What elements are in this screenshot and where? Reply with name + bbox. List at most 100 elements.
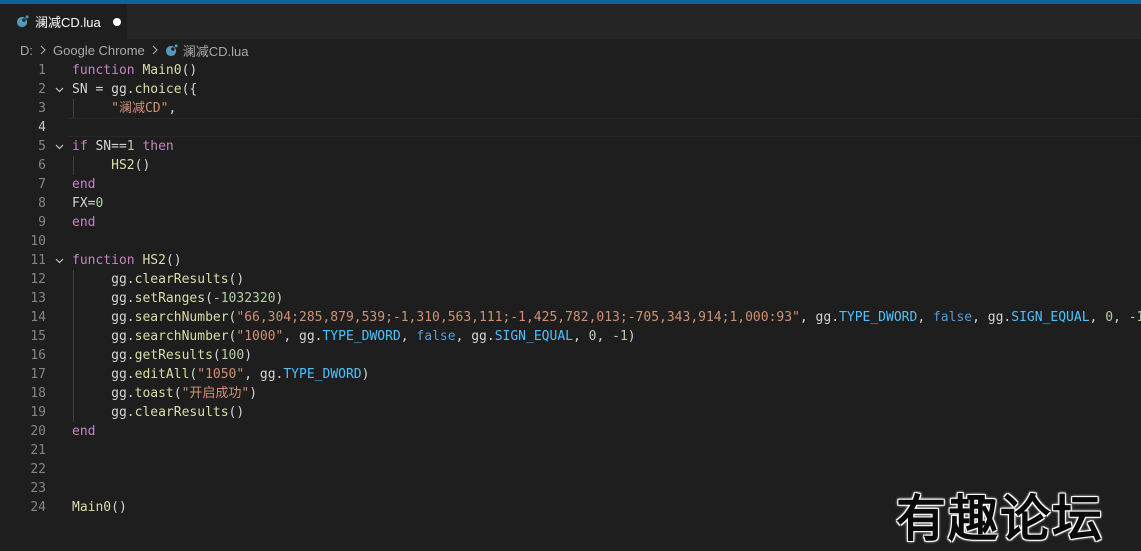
code-token: , — [596, 329, 613, 344]
code-token: gg. — [72, 348, 135, 363]
code-token: "开启成功" — [181, 386, 250, 401]
code-token: , gg. — [244, 367, 284, 382]
code-token: , — [1089, 310, 1106, 325]
code-line[interactable]: 22 — [0, 460, 1141, 479]
code-text: gg.editAll("1050", gg.TYPE_DWORD) — [72, 365, 369, 384]
code-text: gg.toast("开启成功") — [72, 384, 257, 403]
line-number: 4 — [38, 120, 46, 135]
code-token: () — [165, 253, 182, 268]
line-number: 7 — [38, 177, 46, 192]
code-token: FX= — [72, 196, 96, 211]
watermark: 有趣论坛 — [896, 489, 1104, 548]
code-line[interactable]: 5 if SN==1 then — [0, 137, 1141, 156]
code-text: gg.clearResults() — [72, 403, 244, 422]
breadcrumb: D: Google Chrome 澜减CD.lua — [0, 39, 1141, 61]
line-number: 22 — [30, 462, 46, 477]
code-token: clearResults — [134, 272, 229, 287]
code-token: ) — [275, 291, 284, 306]
code-line[interactable]: 1 function Main0() — [0, 61, 1141, 80]
code-token: "66,304;285,879,539;-1,310,563,111;-1,42… — [236, 310, 800, 325]
code-line[interactable]: 9 end — [0, 213, 1141, 232]
line-number: 10 — [30, 234, 46, 249]
code-text: gg.setRanges(-1032320) — [72, 289, 283, 308]
code-token: false — [932, 310, 973, 325]
code-line[interactable]: 4 — [0, 118, 1141, 137]
tab-strip: 澜减CD.lua — [0, 4, 1141, 39]
code-token: end — [72, 424, 96, 439]
code-token: () — [228, 405, 245, 420]
fold-chevron-down-icon[interactable] — [53, 254, 66, 267]
code-token: if — [72, 139, 88, 154]
line-number: 8 — [38, 196, 46, 211]
code-line[interactable]: 16 gg.getResults(100) — [0, 346, 1141, 365]
code-token: gg. — [72, 329, 135, 344]
line-number: 23 — [30, 481, 46, 496]
code-token: -1 — [612, 329, 628, 344]
code-token: gg. — [72, 367, 135, 382]
code-line[interactable]: 19 gg.clearResults() — [0, 403, 1141, 422]
code-token: , — [168, 101, 177, 116]
breadcrumb-file[interactable]: 澜减CD.lua — [165, 41, 249, 60]
editor-tab[interactable]: 澜减CD.lua — [0, 4, 127, 39]
code-token: searchNumber — [134, 329, 229, 344]
code-token: HS2 — [142, 253, 166, 268]
code-line[interactable]: 13 gg.setRanges(-1032320) — [0, 289, 1141, 308]
code-token: choice — [134, 82, 182, 97]
code-line[interactable]: 10 — [0, 232, 1141, 251]
line-number: 13 — [30, 291, 46, 306]
fold-chevron-down-icon[interactable] — [53, 140, 66, 153]
breadcrumb-folder[interactable]: Google Chrome — [53, 43, 145, 58]
code-line[interactable]: 7 end — [0, 175, 1141, 194]
code-token: () — [228, 272, 245, 287]
code-token: gg. — [72, 405, 135, 420]
code-text: end — [72, 422, 95, 441]
code-line[interactable]: 14 gg.searchNumber("66,304;285,879,539;-… — [0, 308, 1141, 327]
code-text: FX=0 — [72, 194, 103, 213]
code-line[interactable]: 18 gg.toast("开启成功") — [0, 384, 1141, 403]
code-token: () — [134, 158, 151, 173]
code-token: toast — [134, 386, 174, 401]
code-line[interactable]: 3 "澜减CD", — [0, 99, 1141, 118]
code-token: function — [72, 63, 135, 78]
line-number: 16 — [30, 348, 46, 363]
code-text: Main0() — [72, 498, 127, 517]
code-editor[interactable]: 1 function Main0() 2 SN = gg.choice({3 "澜减C… — [0, 61, 1141, 543]
fold-chevron-down-icon[interactable] — [53, 83, 66, 96]
code-token: gg. — [72, 272, 135, 287]
code-token: , — [400, 329, 417, 344]
code-token: ( — [212, 348, 221, 363]
breadcrumb-drive[interactable]: D: — [20, 43, 33, 58]
code-token: TYPE_DWORD — [322, 329, 401, 344]
code-token: then — [142, 139, 174, 154]
code-token: ({ — [181, 82, 198, 97]
code-text: if SN==1 then — [72, 137, 174, 156]
code-token: () — [181, 63, 198, 78]
code-token: ) — [361, 367, 370, 382]
code-line[interactable]: 20 end — [0, 422, 1141, 441]
code-token: TYPE_DWORD — [283, 367, 362, 382]
code-token: , gg. — [972, 310, 1012, 325]
code-line[interactable]: 15 gg.searchNumber("1000", gg.TYPE_DWORD… — [0, 327, 1141, 346]
unsaved-dot-icon[interactable] — [112, 17, 121, 26]
lua-file-icon — [165, 43, 178, 56]
code-line[interactable]: 11 function HS2() — [0, 251, 1141, 270]
code-token: , — [572, 329, 589, 344]
line-number: 12 — [30, 272, 46, 287]
code-line[interactable]: 6 HS2() — [0, 156, 1141, 175]
code-text: end — [72, 175, 95, 194]
code-text: gg.clearResults() — [72, 270, 244, 289]
code-token: -1032320 — [212, 291, 276, 306]
code-line[interactable]: 17 gg.editAll("1050", gg.TYPE_DWORD) — [0, 365, 1141, 384]
line-number: 21 — [30, 443, 46, 458]
code-token: Main0 — [72, 500, 112, 515]
code-line[interactable]: 8 FX=0 — [0, 194, 1141, 213]
code-text: function Main0() — [72, 61, 197, 80]
code-text: gg.searchNumber("1000", gg.TYPE_DWORD, f… — [72, 327, 635, 346]
code-line[interactable]: 12 gg.clearResults() — [0, 270, 1141, 289]
line-number: 19 — [30, 405, 46, 420]
code-token: ( — [173, 386, 182, 401]
chevron-right-icon — [40, 45, 46, 55]
code-line[interactable]: 2 SN = gg.choice({ — [0, 80, 1141, 99]
code-line[interactable]: 21 — [0, 441, 1141, 460]
line-number: 11 — [30, 253, 46, 268]
